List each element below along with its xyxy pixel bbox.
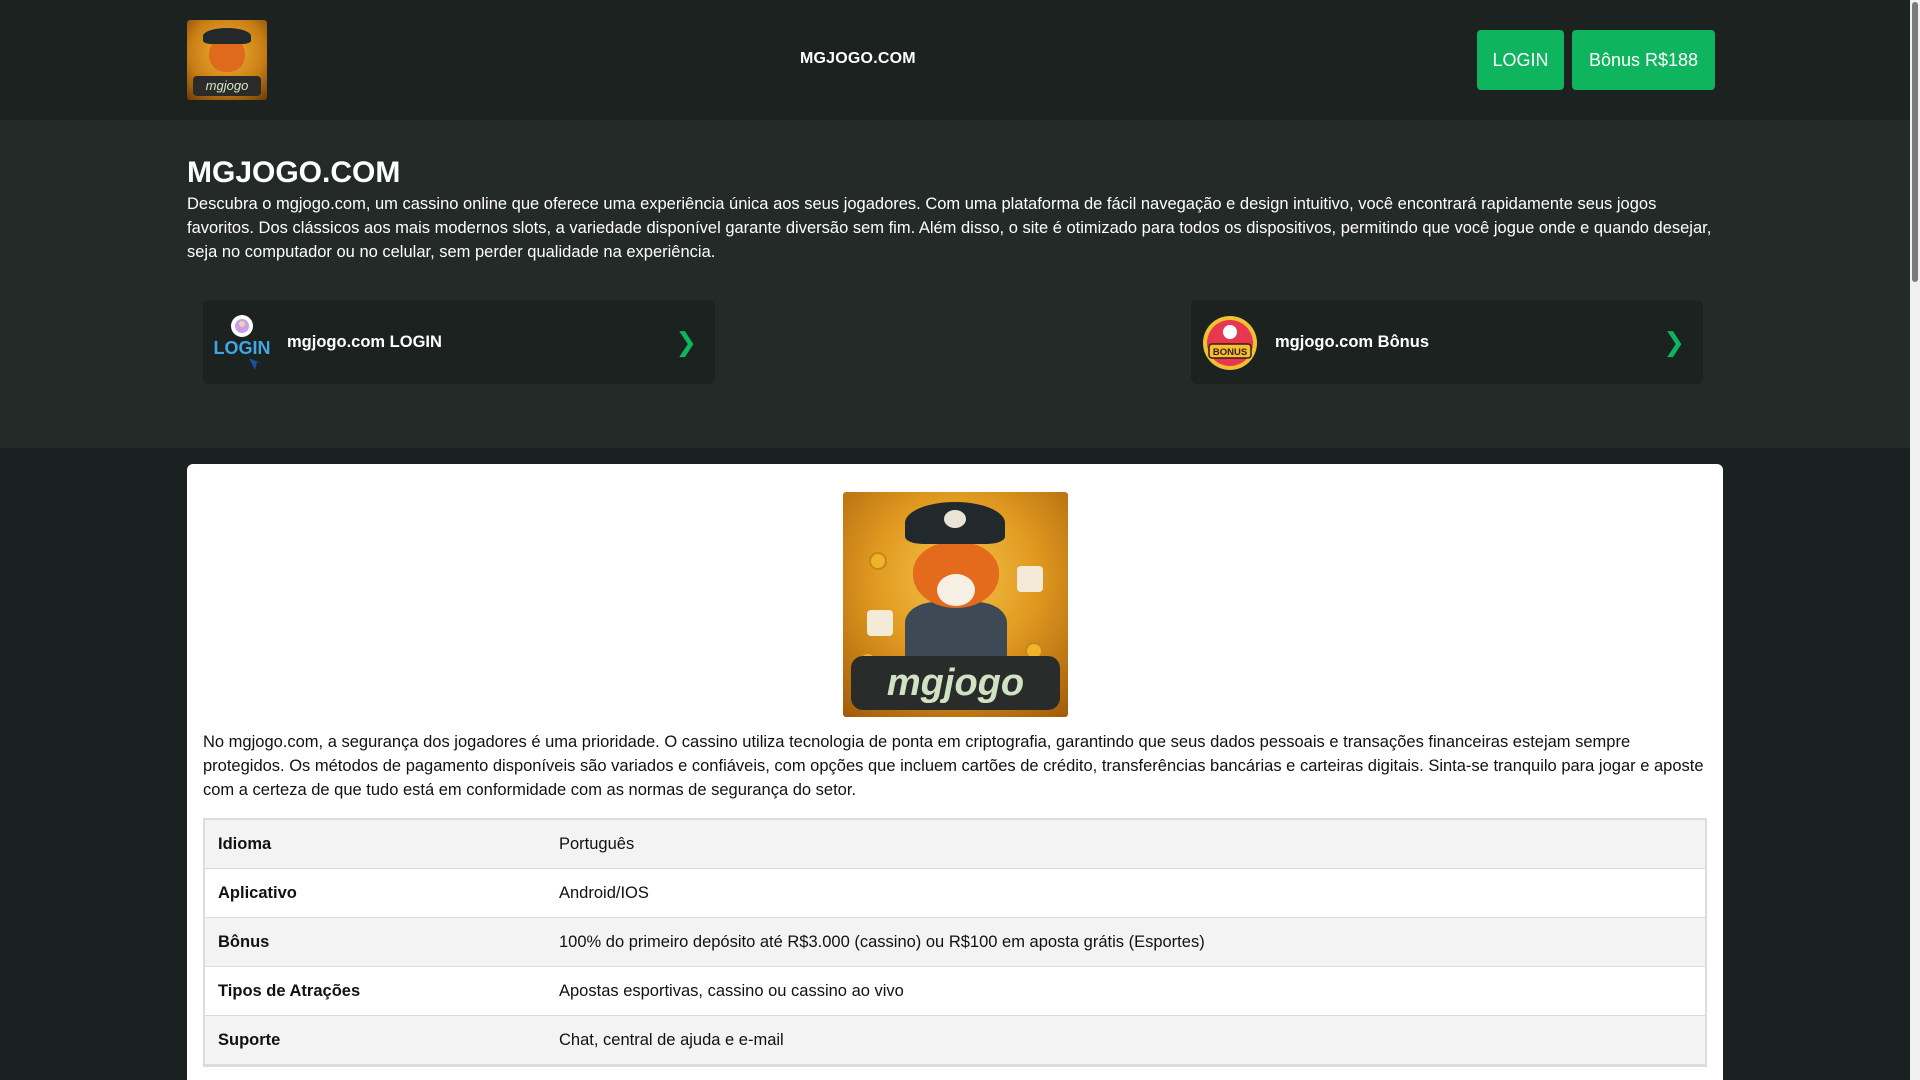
chevron-right-icon: ❯ [675, 327, 697, 357]
table-value: 100% do primeiro depósito até R$3.000 (c… [559, 933, 1205, 951]
table-value: Português [559, 835, 635, 853]
intro-description: Descubra o mgjogo.com, um cassino online… [187, 195, 1712, 261]
table-row: Tipos de Atrações Apostas esportivas, ca… [205, 967, 1705, 1016]
bonus-card[interactable]: BONUS mgjogo.com Bônus ❯ [1191, 300, 1703, 384]
mgjogo-hero-logo: mgjogo [843, 492, 1068, 717]
table-value: Chat, central de ajuda e e-mail [559, 1031, 784, 1049]
page-scrollbar[interactable] [1910, 0, 1920, 1080]
table-row: Idioma Português [205, 820, 1705, 869]
table-key: Suporte [218, 1031, 281, 1049]
table-key: Aplicativo [218, 884, 297, 902]
login-icon: LOGIN [214, 315, 271, 370]
dice-icon [867, 610, 893, 636]
site-logo[interactable]: mgjogo [187, 20, 267, 100]
login-card[interactable]: LOGIN mgjogo.com LOGIN ❯ [203, 300, 715, 384]
bonus-card-label: mgjogo.com Bônus [1275, 333, 1429, 351]
dice-icon [1017, 566, 1043, 592]
fox-muzzle-icon [937, 574, 975, 606]
content-panel: mgjogo No mgjogo.com, a segurança dos jo… [187, 464, 1723, 1080]
info-table: Idioma Português Aplicativo Android/IOS … [203, 818, 1707, 1067]
skull-icon [944, 510, 966, 528]
intro-section: MGJOGO.COM Descubra o mgjogo.com, um cas… [0, 120, 1910, 448]
page-title: MGJOGO.COM [187, 156, 401, 189]
bonus-button[interactable]: Bônus R$188 [1572, 30, 1715, 90]
security-paragraph: No mgjogo.com, a segurança dos jogadores… [203, 733, 1704, 799]
site-header: mgjogo MGJOGO.COM LOGIN Bônus R$188 [0, 0, 1910, 120]
table-row: Suporte Chat, central de ajuda e e-mail [205, 1016, 1705, 1065]
chevron-right-icon: ❯ [1663, 327, 1685, 357]
table-key: Tipos de Atrações [218, 982, 361, 1000]
bonus-icon: BONUS [1203, 316, 1257, 370]
table-value: Apostas esportivas, cassino ou cassino a… [559, 982, 904, 1000]
table-key: Bônus [218, 933, 270, 951]
login-icon-text: LOGIN [214, 338, 271, 358]
table-value: Android/IOS [559, 884, 649, 902]
logo-wordmark: mgjogo [193, 76, 261, 96]
scrollbar-thumb[interactable] [1912, 2, 1918, 282]
pirate-hat-icon [203, 28, 251, 44]
coin-icon [869, 552, 887, 570]
hero-logo-wordmark: mgjogo [851, 656, 1060, 710]
table-row: Aplicativo Android/IOS [205, 869, 1705, 918]
login-card-label: mgjogo.com LOGIN [287, 333, 442, 351]
table-key: Idioma [218, 835, 272, 853]
table-row: Bônus 100% do primeiro depósito até R$3.… [205, 918, 1705, 967]
bonus-icon-text: BONUS [1213, 347, 1247, 358]
login-button[interactable]: LOGIN [1477, 30, 1564, 90]
site-name-link[interactable]: MGJOGO.COM [800, 50, 916, 68]
